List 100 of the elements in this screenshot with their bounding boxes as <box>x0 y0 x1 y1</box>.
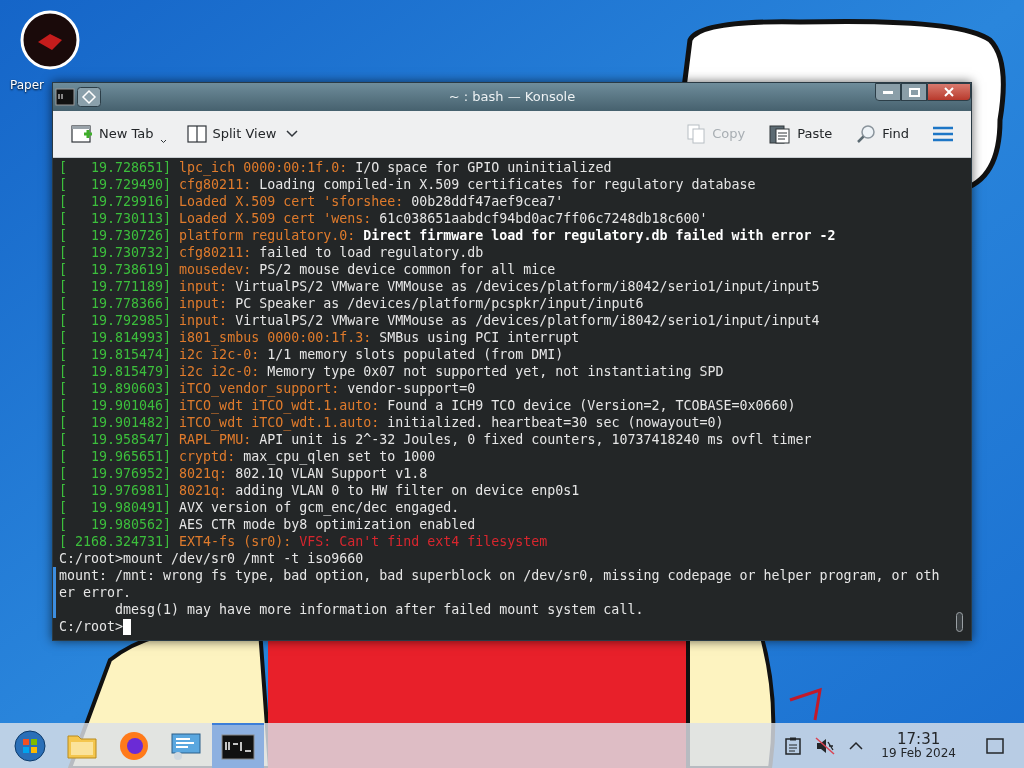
window-title: ~ : bash — Konsole <box>448 88 576 107</box>
log-message: VFS: Can't find ext4 filesystem <box>298 533 548 550</box>
log-source: mousedev: <box>179 261 252 278</box>
log-message: API unit is 2^-32 Joules, 0 fixed counters, 10737418240 ms ovfl timer <box>258 431 812 448</box>
log-message: I/O space for GPIO uninitialized <box>354 159 612 176</box>
app-icon[interactable] <box>20 10 80 70</box>
log-source: input: <box>179 278 228 295</box>
split-view-button[interactable]: Split View <box>180 120 305 148</box>
close-icon <box>944 87 954 97</box>
log-message: failed to load regulatory.db <box>258 244 484 261</box>
timestamp: [ 19.792985] <box>59 312 172 329</box>
log-message: PS/2 mouse device common for all mice <box>258 261 556 278</box>
log-source: lpc_ich 0000:00:1f.0: <box>179 159 348 176</box>
timestamp: [ 19.738619] <box>59 261 172 278</box>
log-source: EXT4-fs (sr0): <box>179 533 292 550</box>
show-desktop-icon[interactable] <box>986 737 1004 754</box>
scrollbar-thumb[interactable] <box>956 612 963 632</box>
prompt-line: C:/root> <box>59 618 124 635</box>
log-message: VirtualPS/2 VMware VMMouse as /devices/platform/i8042/serio1/input/input4 <box>234 312 820 329</box>
timestamp: [ 2168.324731] <box>59 533 172 550</box>
log-message: 802.1Q VLAN Support v1.8 <box>234 465 428 482</box>
timestamp: [ 19.728651] <box>59 159 172 176</box>
timestamp: [ 19.980491] <box>59 499 172 516</box>
log-message: Found a ICH9 TCO device (Version=2, TCOBASE=0x0660) <box>386 397 796 414</box>
log-source: cryptd: <box>179 448 236 465</box>
timestamp: [ 19.778366] <box>59 295 172 312</box>
timestamp: [ 19.890603] <box>59 380 172 397</box>
log-source: Loaded X.509 cert 'wens: <box>179 210 372 227</box>
log-source: input: <box>179 312 228 329</box>
split-view-icon <box>186 125 207 143</box>
log-message: PC Speaker as /devices/platform/pcspkr/input/input6 <box>234 295 644 312</box>
taskbar-button[interactable] <box>212 723 264 768</box>
new-tab-button[interactable]: New Tab <box>65 120 173 148</box>
terminal-icon <box>221 733 255 760</box>
timestamp: [ 19.976952] <box>59 465 172 482</box>
log-message: max_cpu_qlen set to 1000 <box>242 448 436 465</box>
timestamp: [ 19.901046] <box>59 397 172 414</box>
timestamp: [ 19.958547] <box>59 431 172 448</box>
log-source: 8021q: <box>179 482 228 499</box>
timestamp: [ 19.730732] <box>59 244 172 261</box>
log-source: iTCO_vendor_support: <box>179 380 340 397</box>
command-line: C:/root>mount /dev/sr0 /mnt -t iso9660 <box>59 550 365 567</box>
log-source: Loaded X.509 cert 'sforshee: <box>179 193 404 210</box>
log-source: platform regulatory.0: <box>179 227 356 244</box>
pin-icon[interactable] <box>77 87 101 107</box>
minimize-button[interactable] <box>875 83 901 101</box>
minimize-icon <box>883 90 893 94</box>
clipboard-icon[interactable] <box>785 736 802 755</box>
log-source: i2c i2c-0: <box>179 363 260 380</box>
log-message: 61c038651aabdcf94bd0ac7ff06c7248db18c600' <box>378 210 708 227</box>
maximize-button[interactable] <box>901 83 927 101</box>
log-message: 1/1 memory slots populated (from DMI) <box>266 346 564 363</box>
new-tab-icon <box>71 124 93 144</box>
log-message: VirtualPS/2 VMware VMMouse as /devices/platform/i8042/serio1/input/input5 <box>234 278 820 295</box>
log-source: RAPL PMU: <box>179 431 252 448</box>
log-message: Direct firmware load for regulatory.db failed with error -2 <box>362 227 836 244</box>
monitor-icon <box>170 730 202 761</box>
paste-icon <box>769 124 792 144</box>
timestamp: [ 19.730726] <box>59 227 172 244</box>
log-source: cfg80211: <box>179 244 252 261</box>
log-source: iTCO_wdt iTCO_wdt.1.auto: <box>179 414 380 431</box>
search-icon <box>856 124 877 144</box>
text-cursor <box>123 618 132 635</box>
muted-speaker-icon[interactable] <box>815 736 836 755</box>
chevron-up-icon[interactable] <box>849 741 864 750</box>
caret-icon <box>159 139 167 144</box>
timestamp: [ 19.980562] <box>59 516 172 533</box>
menu-icon <box>933 126 953 142</box>
log-message: adding VLAN 0 to HW filter on device enp0s1 <box>234 482 580 499</box>
clock[interactable]: 17:31 19 Feb 2024 <box>877 731 960 760</box>
terminal-icon[interactable] <box>55 88 75 106</box>
log-source: input: <box>179 295 228 312</box>
browser-icon <box>119 730 149 761</box>
timestamp: [ 19.815474] <box>59 346 172 363</box>
paste-button[interactable]: Paste <box>763 120 839 148</box>
timestamp: [ 19.771189] <box>59 278 172 295</box>
start-orb-icon <box>14 729 46 762</box>
log-source: i2c i2c-0: <box>179 346 260 363</box>
timestamp: [ 19.729490] <box>59 176 172 193</box>
chevron-icon <box>286 130 299 138</box>
log-source: i801_smbus 0000:00:1f.3: <box>179 329 372 346</box>
output-line: dmesg(1) may have more information after failed mount system call. <box>114 602 644 617</box>
log-source: iTCO_wdt iTCO_wdt.1.auto: <box>179 397 380 414</box>
log-message: vendor-support=0 <box>346 380 476 397</box>
close-button[interactable] <box>927 83 971 101</box>
copy-icon <box>686 124 707 144</box>
icon-label[interactable]: Paper <box>10 76 44 94</box>
timestamp: [ 19.976981] <box>59 482 172 499</box>
log-message: AVX version of gcm_enc/dec engaged. <box>179 499 460 516</box>
timestamp: [ 19.965651] <box>59 448 172 465</box>
output-line: er error. <box>59 585 132 600</box>
log-message: 00b28ddf47aef9cea7' <box>410 193 564 210</box>
log-message: AES CTR mode by8 optimization enabled <box>179 516 476 533</box>
log-message: SMBus using PCI interrupt <box>378 329 580 346</box>
log-source: cfg80211: <box>179 176 252 193</box>
output-line: mount: /mnt: wrong fs type, bad option, bad superblock on /dev/sr0, missing codepage or helper program, or oth <box>59 568 940 583</box>
find-button[interactable]: Find <box>850 120 915 148</box>
timestamp: [ 19.815479] <box>59 363 172 380</box>
clock-date: 19 Feb 2024 <box>881 745 956 760</box>
log-message: Loading compiled-in X.509 certificates for regulatory database <box>258 176 756 193</box>
